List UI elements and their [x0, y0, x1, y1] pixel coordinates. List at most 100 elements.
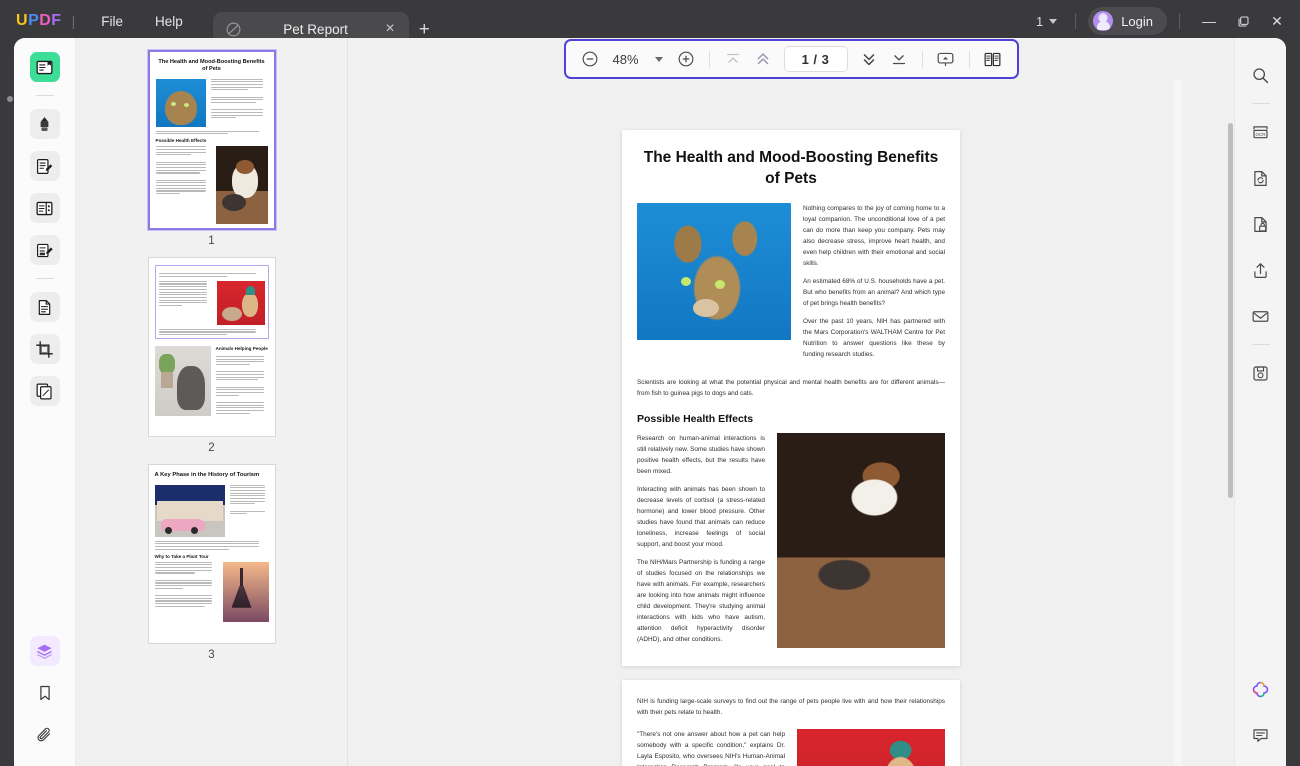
avatar — [1093, 11, 1114, 31]
title-bar: U P D F | File Help Pet Report × + 1 Log… — [0, 0, 1300, 46]
menu-help[interactable]: Help — [139, 9, 199, 34]
presentation-mode-button[interactable] — [932, 45, 960, 73]
highlighter-icon — [35, 115, 54, 134]
protect-tool[interactable] — [1246, 209, 1276, 239]
save-disk-icon — [1251, 364, 1270, 383]
zoom-level-value[interactable]: 48% — [606, 52, 646, 67]
tab-close-icon[interactable]: × — [381, 21, 398, 37]
zoom-in-button[interactable] — [672, 45, 700, 73]
intro-paragraph-2: An estimated 68% of U.S. households have… — [803, 277, 945, 307]
sidebar-organize-tool[interactable] — [29, 193, 60, 223]
lock-document-icon — [1251, 215, 1270, 234]
chevron-down-icon — [1049, 18, 1058, 24]
slash-circle-icon — [225, 21, 242, 38]
svg-text:OCR: OCR — [1256, 131, 1267, 136]
section-paragraph-1: Research on human-animal interactions is… — [637, 435, 765, 476]
page2-quote: "There's not one answer about how a pet … — [637, 731, 785, 766]
page2-lead: NIH is funding large-scale surveys to fi… — [637, 698, 945, 717]
search-tool[interactable] — [1246, 60, 1276, 90]
document-scroll-area[interactable]: The Health and Mood-Boosting Benefits of… — [348, 80, 1234, 766]
first-page-button[interactable] — [719, 45, 747, 73]
thumbnail-item[interactable]: A Key Phase in the History of Tourism Wh… — [76, 464, 347, 661]
sidebar-batch-tool[interactable] — [29, 376, 60, 406]
maximize-restore-button[interactable] — [1226, 6, 1260, 36]
sidebar-edit-pdf-tool[interactable] — [29, 151, 60, 181]
menu-file[interactable]: File — [85, 9, 139, 34]
window-count-value: 1 — [1035, 13, 1044, 29]
thumbnail-page-1[interactable]: The Health and Mood-Boosting Benefits of… — [147, 50, 276, 230]
minimize-button[interactable]: — — [1192, 6, 1226, 36]
next-page-button[interactable] — [855, 45, 883, 73]
cat-photo — [637, 202, 791, 340]
comments-tool[interactable] — [1246, 720, 1276, 750]
sidebar-page-tool[interactable] — [29, 292, 60, 322]
sidebar-attachments[interactable] — [30, 720, 60, 750]
login-button[interactable]: Login — [1088, 7, 1167, 35]
share-tool[interactable] — [1246, 255, 1276, 285]
bookmark-icon — [36, 684, 54, 702]
divider — [1179, 13, 1180, 29]
thumbnail-item[interactable]: Animals Helping People 2 — [76, 257, 347, 454]
convert-pdf-icon — [1251, 169, 1270, 188]
zoom-out-button[interactable] — [576, 45, 604, 73]
section-paragraph-3: The NIH/Mars Partnership is funding a ra… — [637, 559, 765, 644]
ai-assistant[interactable] — [1246, 674, 1276, 704]
page-layout-icon — [983, 50, 1002, 69]
quote-row: "There's not one answer about how a pet … — [637, 729, 945, 766]
convert-tool[interactable] — [1246, 163, 1276, 193]
divider — [1075, 13, 1077, 29]
thumbnail-page-2[interactable]: Animals Helping People — [147, 257, 276, 437]
panel-collapse-handle[interactable] — [7, 96, 13, 102]
divider — [1251, 344, 1270, 345]
login-label: Login — [1121, 13, 1153, 29]
page-indicator-input[interactable]: 1 / 3 — [783, 46, 848, 72]
thumbnail-item[interactable]: The Health and Mood-Boosting Benefits of… — [76, 50, 347, 247]
close-window-button[interactable]: ✕ — [1260, 6, 1294, 36]
holiday-dogs-photo — [797, 729, 945, 766]
last-page-button[interactable] — [885, 45, 913, 73]
reader-icon — [35, 58, 54, 77]
vertical-scrollbar-thumb[interactable] — [1228, 123, 1233, 498]
thumb-title: The Health and Mood-Boosting Benefits of… — [158, 59, 265, 73]
email-icon — [1251, 307, 1270, 326]
thumbnail-number: 2 — [208, 442, 215, 454]
dog-cat-photo — [777, 433, 945, 649]
zoom-dropdown-button[interactable] — [648, 47, 670, 71]
sidebar-highlighter-tool[interactable] — [29, 109, 60, 139]
window-count-selector[interactable]: 1 — [1030, 11, 1063, 32]
paperclip-icon — [36, 726, 54, 744]
document-page-1[interactable]: The Health and Mood-Boosting Benefits of… — [622, 130, 960, 667]
logo-letter-f: F — [51, 12, 62, 29]
sidebar-reader-tool[interactable] — [29, 52, 60, 82]
page-thumbnail-panel[interactable]: The Health and Mood-Boosting Benefits of… — [76, 38, 348, 766]
left-collapse-rail[interactable] — [0, 38, 14, 766]
email-tool[interactable] — [1246, 301, 1276, 331]
last-page-icon — [890, 50, 908, 68]
zoom-in-icon — [677, 50, 695, 68]
sidebar-form-tool[interactable] — [29, 235, 60, 265]
layers-icon — [35, 642, 54, 661]
comment-bubble-icon — [1251, 726, 1270, 745]
page-layout-button[interactable] — [979, 45, 1007, 73]
ocr-tool[interactable]: OCR — [1246, 117, 1276, 147]
scrollbar-track[interactable] — [1174, 80, 1182, 766]
form-edit-icon — [35, 241, 54, 260]
document-page-2[interactable]: NIH is funding large-scale surveys to fi… — [622, 680, 960, 766]
sidebar-bookmarks[interactable] — [30, 678, 60, 708]
ai-sparkle-icon — [1250, 679, 1271, 700]
divider — [35, 278, 54, 279]
sidebar-crop-tool[interactable] — [29, 334, 60, 364]
divider — [35, 95, 54, 96]
section-heading: Possible Health Effects — [637, 413, 754, 426]
intro-paragraph-3: Over the past 10 years, NIH has partnere… — [803, 317, 945, 359]
logo-letter-u: U — [16, 12, 29, 29]
save-tool[interactable] — [1246, 358, 1276, 388]
search-icon — [1251, 66, 1270, 85]
share-upload-icon — [1251, 261, 1270, 280]
thumbnail-page-3[interactable]: A Key Phase in the History of Tourism Wh… — [147, 464, 276, 644]
lead-caption: Scientists are looking at what the poten… — [637, 379, 945, 398]
zoom-out-icon — [581, 50, 599, 68]
thumbnail-number: 3 — [208, 649, 215, 661]
previous-page-button[interactable] — [749, 45, 777, 73]
sidebar-layers[interactable] — [29, 636, 60, 666]
